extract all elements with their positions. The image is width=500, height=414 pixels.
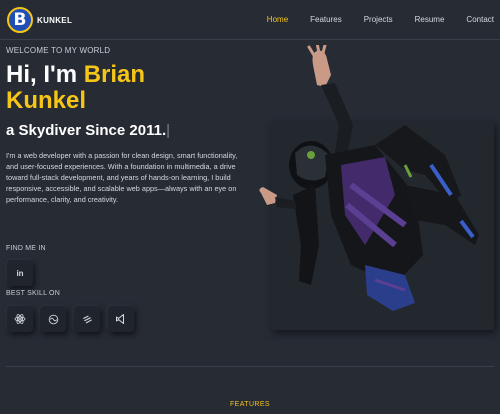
- nav-resume[interactable]: Resume: [415, 15, 445, 24]
- welcome-text: WELCOME TO MY WORLD: [6, 46, 111, 55]
- nav-home[interactable]: Home: [267, 15, 288, 24]
- nav-features[interactable]: Features: [310, 15, 342, 24]
- hero-last-name: Kunkel: [6, 87, 87, 114]
- skill-react[interactable]: [7, 306, 33, 332]
- hero-first-name: Brian: [83, 61, 146, 88]
- linkedin-icon: in: [16, 268, 24, 278]
- skill-tailwind[interactable]: [40, 306, 66, 332]
- best-skill-label: BEST SKILL ON: [6, 290, 60, 297]
- features-section-label: FEATURES: [229, 401, 271, 408]
- hero-subtitle: a Skydiver Since 2011.|: [6, 122, 170, 139]
- site-header: B KUNKEL Home Features Projects Resume C…: [0, 0, 500, 40]
- section-divider: [6, 366, 494, 367]
- linkedin-button[interactable]: in: [7, 260, 33, 286]
- find-me-label: FIND ME IN: [6, 245, 46, 252]
- skill-stack[interactable]: [74, 306, 100, 332]
- typing-cursor: |: [166, 122, 171, 139]
- vscode-icon: [116, 314, 124, 324]
- react-icon: [14, 314, 26, 324]
- nav-projects[interactable]: Projects: [364, 15, 393, 24]
- skill-vscode[interactable]: [108, 306, 134, 332]
- main-nav: Home Features Projects Resume Contact: [245, 15, 494, 24]
- logo[interactable]: B KUNKEL: [7, 7, 72, 33]
- skydiver-photo: [259, 45, 479, 311]
- hero-greeting: Hi, I'm: [6, 61, 84, 88]
- logo-text: KUNKEL: [37, 15, 73, 25]
- bio-text: I'm a web developer with a passion for c…: [6, 151, 238, 204]
- hero-title: Hi, I'm Brian Kunkel: [6, 62, 266, 114]
- hero-subtitle-text: a Skydiver Since 2011.: [6, 122, 167, 139]
- tailwind-icon: [48, 314, 58, 324]
- nav-contact[interactable]: Contact: [466, 15, 494, 24]
- stack-icon: [82, 315, 92, 323]
- logo-badge: B: [7, 7, 33, 33]
